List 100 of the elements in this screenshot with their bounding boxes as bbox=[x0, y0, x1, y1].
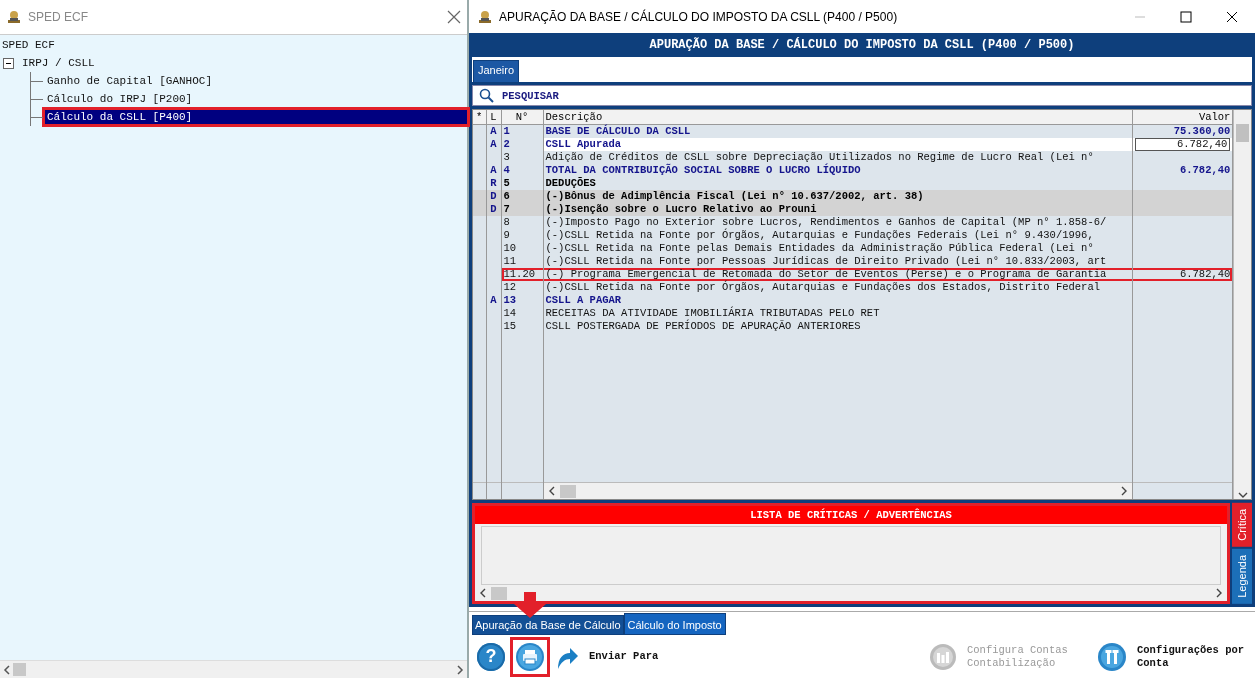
table-row[interactable]: 10 (-)CSLL Retida na Fonte pelas Demais Entidades da Administração Pública Federal (Lei n° bbox=[473, 241, 1233, 255]
table-cell: D bbox=[490, 190, 497, 203]
column-header: Descrição bbox=[545, 110, 603, 123]
table-cell: (-)Bônus de Adimplência Fiscal (Lei n° 10.637/2002, art. 38) bbox=[545, 190, 924, 203]
tools-icon bbox=[1097, 641, 1127, 672]
table-row[interactable]: R 5 DEDUÇÕES bbox=[473, 176, 1233, 190]
tree-item[interactable]: Cálculo do IRPJ [P200] bbox=[45, 92, 195, 106]
scroll-right-icon[interactable] bbox=[1215, 588, 1223, 598]
send-button[interactable]: Enviar Para bbox=[553, 641, 701, 672]
table-cell: 15 bbox=[503, 320, 517, 333]
side-tab[interactable]: Crítica bbox=[1232, 503, 1252, 548]
table-cell: 2 bbox=[503, 138, 510, 151]
collapse-icon[interactable] bbox=[3, 58, 14, 69]
table-cell: (-)CSLL Retida na Fonte por Pessoas Jurídicas de Direito Privado (Lei n° 10.833/2003, art bbox=[545, 255, 1107, 268]
table-cell: 9 bbox=[503, 229, 510, 242]
tree-item[interactable]: IRPJ / CSLL bbox=[20, 56, 97, 70]
table-cell: 6.782,40 bbox=[1179, 268, 1231, 281]
table-cell: D bbox=[490, 203, 497, 216]
tree-item[interactable]: Cálculo da CSLL [P400] bbox=[45, 110, 467, 124]
scroll-down-icon[interactable] bbox=[1237, 491, 1248, 500]
app-icon bbox=[477, 9, 493, 24]
table-cell: 6.782,40 bbox=[1179, 164, 1231, 177]
table-cell: 75.360,00 bbox=[1173, 125, 1231, 138]
table-cell: (-)Imposto Pago no Exterior sobre Lucros, Rendimentos e Ganhos de Capital (MP n° 1.858-6/ bbox=[545, 216, 1107, 229]
table-row[interactable]: A 13 CSLL A PAGAR bbox=[473, 293, 1233, 307]
tree-item[interactable]: SPED ECF bbox=[0, 38, 57, 52]
form-heading: APURAÇÃO DA BASE / CÁLCULO DO IMPOSTO DA CSLL (P400 / P500) bbox=[649, 37, 1075, 52]
search-field[interactable]: PESQUISAR bbox=[472, 85, 1252, 106]
table-row[interactable]: D 6 (-)Bônus de Adimplência Fiscal (Lei n° 10.637/2002, art. 38) bbox=[473, 189, 1233, 203]
table-row[interactable]: 3 Adição de Créditos de CSLL sobre Depreciação Utilizados no Regime de Lucro Real (Lei n° bbox=[473, 150, 1233, 164]
table-cell: 3 bbox=[503, 151, 510, 164]
table-cell: CSLL POSTERGADA DE PERÍODOS DE APURAÇÃO ANTERIORES bbox=[545, 320, 861, 333]
table-cell: 14 bbox=[503, 307, 517, 320]
value-field[interactable]: 6.782,40 bbox=[1135, 137, 1231, 151]
scroll-right-icon[interactable] bbox=[1120, 486, 1129, 497]
settings-button[interactable]: Configurações por Conta bbox=[1095, 639, 1249, 674]
table-cell: A bbox=[490, 138, 497, 151]
column-header: N° bbox=[515, 110, 529, 123]
scroll-right-icon[interactable] bbox=[456, 664, 464, 675]
section-tab[interactable]: Cálculo do Imposto bbox=[623, 613, 726, 636]
table-row[interactable]: A 4 TOTAL DA CONTRIBUIÇÃO SOCIAL SOBRE O LUCRO LÍQUIDO 6.782,40 bbox=[473, 163, 1233, 177]
table-row[interactable]: 14 RECEITAS DA ATIVIDADE IMOBILIÁRIA TRIBUTADAS PELO RET bbox=[473, 306, 1233, 320]
table-cell: R bbox=[490, 177, 497, 190]
table-cell: 5 bbox=[503, 177, 510, 190]
search-icon bbox=[479, 88, 494, 104]
table-row[interactable]: 8 (-)Imposto Pago no Exterior sobre Lucros, Rendimentos e Ganhos de Capital (MP n° 1.858-6/ bbox=[473, 215, 1233, 229]
table-row[interactable]: 11 (-)CSLL Retida na Fonte por Pessoas Jurídicas de Direito Privado (Lei n° 10.833/2003, art bbox=[473, 254, 1233, 268]
table-row[interactable]: A 1 BASE DE CÁLCULO DA CSLL 75.360,00 bbox=[473, 124, 1233, 138]
table-cell: 8 bbox=[503, 216, 510, 229]
horizontal-scrollbar[interactable] bbox=[0, 660, 467, 678]
table-row[interactable]: 15 CSLL POSTERGADA DE PERÍODOS DE APURAÇÃO ANTERIORES bbox=[473, 319, 1233, 333]
horizontal-scrollbar[interactable] bbox=[543, 483, 1133, 500]
table-cell: A bbox=[490, 125, 497, 138]
scroll-left-icon[interactable] bbox=[479, 588, 487, 598]
scroll-thumb[interactable] bbox=[1236, 123, 1250, 142]
table-cell: DEDUÇÕES bbox=[545, 177, 596, 190]
table-cell: TOTAL DA CONTRIBUIÇÃO SOCIAL SOBRE O LUCRO LÍQUIDO bbox=[545, 164, 861, 177]
help-button[interactable]: ? bbox=[475, 640, 507, 673]
table-cell: 11.20 bbox=[503, 268, 535, 281]
table-row[interactable]: 12 (-)CSLL Retida na Fonte por Órgãos, Autarquias e Fundações dos Estados, Distrito Federal bbox=[473, 280, 1233, 294]
table-cell: 4 bbox=[503, 164, 510, 177]
column-header: * bbox=[476, 110, 483, 123]
table-cell: A bbox=[490, 164, 497, 177]
scroll-left-icon[interactable] bbox=[3, 664, 11, 675]
scroll-thumb[interactable] bbox=[491, 586, 507, 600]
side-tab[interactable]: Legenda bbox=[1232, 549, 1252, 604]
tree-item[interactable]: Ganho de Capital [GANHOC] bbox=[45, 74, 215, 88]
table-row[interactable]: 9 (-)CSLL Retida na Fonte por Órgãos, Autarquias e Fundações Federais (Lei n° 9.430/1996, bbox=[473, 228, 1233, 242]
vertical-scrollbar[interactable] bbox=[1233, 109, 1251, 500]
table-cell: (-)CSLL Retida na Fonte pelas Demais Entidades da Administração Pública Federal (Lei n° bbox=[545, 242, 1094, 255]
table-cell: (-)Isenção sobre o Lucro Relativo ao Prouni bbox=[545, 203, 817, 216]
table-cell: (-) Programa Emergencial de Retomada do Setor de Eventos (Perse) e o Programa de Garantia bbox=[545, 268, 1107, 281]
month-tab[interactable]: Janeiro bbox=[473, 60, 520, 83]
table-cell: 10 bbox=[503, 242, 517, 255]
window-title: APURAÇÃO DA BASE / CÁLCULO DO IMPOSTO DA CSLL (P400 / P500) bbox=[499, 9, 899, 24]
table-cell: (-)CSLL Retida na Fonte por Órgãos, Autarquias e Fundações dos Estados, Distrito Federal bbox=[545, 281, 1100, 294]
window-title: SPED ECF bbox=[28, 10, 89, 24]
table-cell: 13 bbox=[503, 294, 517, 307]
column-header: Valor bbox=[1198, 110, 1231, 123]
table-row[interactable]: 11.20 (-) Programa Emergencial de Retomada do Setor de Eventos (Perse) e o Programa de Garantia 6.782,40 bbox=[473, 267, 1233, 281]
table-cell: 1 bbox=[503, 125, 510, 138]
scroll-thumb[interactable] bbox=[559, 484, 576, 498]
scroll-thumb[interactable] bbox=[13, 663, 26, 676]
table-cell: A bbox=[490, 294, 497, 307]
printer-icon bbox=[515, 641, 545, 672]
table-cell: 6 bbox=[503, 190, 510, 203]
column-header: L bbox=[490, 110, 497, 123]
panel-title: LISTA DE CRÍTICAS / ADVERTÊNCIAS bbox=[750, 509, 952, 522]
table-cell: CSLL A PAGAR bbox=[545, 294, 622, 307]
scroll-left-icon[interactable] bbox=[547, 486, 556, 497]
table-cell: RECEITAS DA ATIVIDADE IMOBILIÁRIA TRIBUTADAS PELO RET bbox=[545, 307, 880, 320]
app-icon bbox=[6, 10, 22, 24]
table-cell: CSLL Apurada bbox=[545, 138, 622, 151]
table-cell: Adição de Créditos de CSLL sobre Depreciação Utilizados no Regime de Lucro Real (Lei n° bbox=[545, 151, 1094, 164]
section-tab[interactable]: Apuração da Base de Cálculo bbox=[472, 615, 624, 636]
table-cell: 12 bbox=[503, 281, 517, 294]
table-cell: 11 bbox=[503, 255, 517, 268]
print-button[interactable] bbox=[513, 639, 547, 674]
table-cell: 7 bbox=[503, 203, 510, 216]
table-cell: (-)CSLL Retida na Fonte por Órgãos, Autarquias e Fundações Federais (Lei n° 9.430/1996, bbox=[545, 229, 1094, 242]
